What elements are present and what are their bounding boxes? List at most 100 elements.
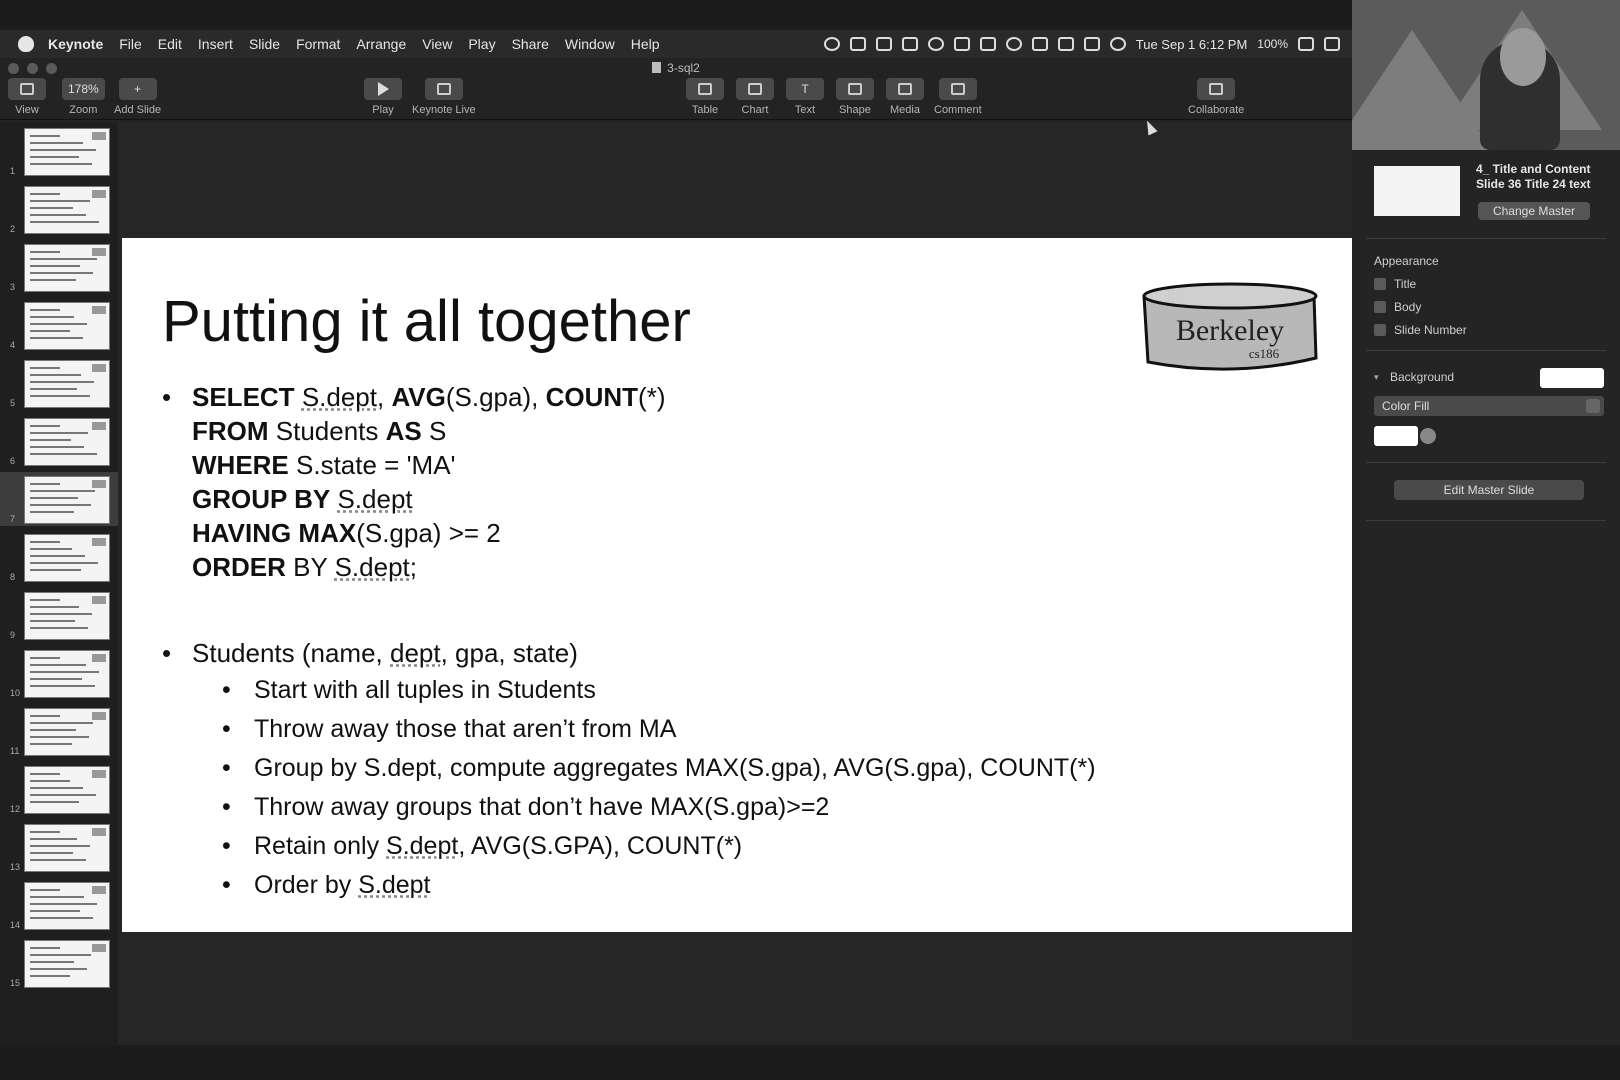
slide-preview[interactable] — [24, 882, 110, 930]
color-wheel-icon[interactable] — [1420, 428, 1436, 444]
app-store-icon[interactable] — [875, 37, 892, 51]
slide-thumbnail[interactable]: 4 — [0, 298, 118, 352]
keynote-live-button[interactable]: Keynote Live — [412, 78, 476, 116]
stats-icon[interactable] — [979, 37, 996, 51]
current-slide[interactable]: Putting it all together Berkeley cs186 •… — [122, 238, 1356, 932]
slide-thumbnail[interactable]: 13 — [0, 820, 118, 874]
slide-preview[interactable] — [24, 708, 110, 756]
slide-thumbnail[interactable]: 8 — [0, 530, 118, 584]
wifi-icon[interactable] — [1109, 37, 1126, 51]
slide-number-checkbox[interactable] — [1374, 324, 1386, 336]
comment-btn-face[interactable] — [938, 78, 977, 100]
add-slide-btn-face[interactable]: + — [118, 78, 157, 100]
slide-preview[interactable] — [24, 244, 110, 292]
menu-format[interactable]: Format — [296, 36, 340, 52]
table-btn-face[interactable] — [686, 78, 724, 100]
slide-thumbnail[interactable]: 14 — [0, 878, 118, 932]
collaborate-btn-face[interactable] — [1197, 78, 1236, 100]
chart-button[interactable]: Chart — [736, 78, 774, 116]
slide-preview[interactable] — [24, 360, 110, 408]
body-checkbox[interactable] — [1374, 301, 1386, 313]
slide-thumbnail[interactable]: 10 — [0, 646, 118, 700]
slide-preview[interactable] — [24, 476, 110, 524]
text-label: Text — [794, 104, 816, 116]
play-btn-face[interactable] — [364, 78, 402, 100]
slide-preview[interactable] — [24, 128, 110, 176]
battery-percent[interactable]: 100% — [1257, 37, 1288, 51]
edit-master-slide-button[interactable]: Edit Master Slide — [1394, 480, 1584, 500]
battery-icon[interactable] — [1298, 37, 1314, 51]
keynote-live-btn-face[interactable] — [424, 78, 463, 100]
chart-btn-face[interactable] — [736, 78, 774, 100]
shape-button[interactable]: Shape — [836, 78, 874, 116]
slide-preview[interactable] — [24, 824, 110, 872]
zoom-button[interactable]: 178% Zoom — [62, 78, 105, 116]
change-master-button[interactable]: Change Master — [1478, 202, 1590, 220]
airplay-icon[interactable] — [1031, 37, 1048, 51]
slide-thumbnail[interactable]: 9 — [0, 588, 118, 642]
slide-preview[interactable] — [24, 186, 110, 234]
slide-thumbnail[interactable]: 6 — [0, 414, 118, 468]
menu-file[interactable]: File — [119, 36, 142, 52]
slide-preview[interactable] — [24, 650, 110, 698]
menu-view[interactable]: View — [422, 36, 452, 52]
comment-button[interactable]: Comment — [934, 78, 982, 116]
menu-help[interactable]: Help — [631, 36, 660, 52]
play-button[interactable]: Play — [364, 78, 402, 116]
media-btn-face[interactable] — [886, 78, 924, 100]
menu-share[interactable]: Share — [512, 36, 549, 52]
slide-thumbnail[interactable]: 12 — [0, 762, 118, 816]
slide-preview[interactable] — [24, 766, 110, 814]
slide-thumbnail[interactable]: 5 — [0, 356, 118, 410]
collaborate-button[interactable]: Collaborate — [1188, 78, 1244, 116]
globe-icon[interactable] — [927, 37, 944, 51]
slide-thumbnail[interactable]: 7 — [0, 472, 118, 526]
slide-preview[interactable] — [24, 302, 110, 350]
background-color-swatch[interactable] — [1540, 368, 1604, 388]
beats-icon[interactable] — [1083, 37, 1100, 51]
step-item: • Group by S.dept, compute aggregates MAX… — [162, 749, 1096, 788]
cloud-upload-icon[interactable] — [953, 37, 970, 51]
slide-preview[interactable] — [24, 592, 110, 640]
slide-title[interactable]: Putting it all together — [162, 288, 691, 355]
slide-preview[interactable] — [24, 418, 110, 466]
view-btn-face[interactable] — [8, 78, 46, 100]
table-button[interactable]: Table — [686, 78, 724, 116]
text-btn-face[interactable]: T — [786, 78, 824, 100]
menu-edit[interactable]: Edit — [158, 36, 182, 52]
sync-icon[interactable] — [823, 37, 840, 51]
menu-arrange[interactable]: Arrange — [356, 36, 406, 52]
text-button[interactable]: T Text — [786, 78, 824, 116]
color-fill-select[interactable]: Color Fill — [1374, 396, 1604, 416]
media-button[interactable]: Media — [886, 78, 924, 116]
explanation-block[interactable]: • Students (name, dept, gpa, state) • Sta… — [162, 635, 1096, 905]
slide-preview[interactable] — [24, 534, 110, 582]
menu-app-name[interactable]: Keynote — [48, 36, 103, 52]
chevron-down-icon[interactable]: ▾ — [1374, 372, 1379, 383]
menu-window[interactable]: Window — [565, 36, 615, 52]
zoom-value[interactable]: 178% — [62, 78, 105, 100]
add-slide-button[interactable]: + Add Slide — [114, 78, 161, 116]
slide-thumbnail[interactable]: 11 — [0, 704, 118, 758]
shape-btn-face[interactable] — [836, 78, 874, 100]
slide-thumbnail[interactable]: 2 — [0, 182, 118, 236]
bluetooth-icon[interactable] — [1005, 37, 1022, 51]
sql-query-block[interactable]: • SELECT S.dept, AVG(S.gpa), COUNT(*) FR… — [162, 380, 665, 584]
menu-insert[interactable]: Insert — [198, 36, 233, 52]
master-thumbnail[interactable] — [1374, 166, 1460, 216]
slide-preview[interactable] — [24, 940, 110, 988]
menu-play[interactable]: Play — [468, 36, 495, 52]
menu-slide[interactable]: Slide — [249, 36, 280, 52]
slide-thumbnail[interactable]: 15 — [0, 936, 118, 990]
cloud-icon[interactable] — [849, 37, 866, 51]
slide-thumbnail[interactable]: 3 — [0, 240, 118, 294]
title-checkbox[interactable] — [1374, 278, 1386, 290]
menu-list-icon[interactable] — [1324, 37, 1340, 51]
apple-logo-icon[interactable] — [18, 36, 34, 52]
clock[interactable]: Tue Sep 1 6:12 PM — [1136, 37, 1248, 52]
slide-thumbnail[interactable]: 1 — [0, 124, 118, 178]
volume-icon[interactable] — [1057, 37, 1074, 51]
fill-color-well[interactable] — [1374, 426, 1418, 446]
dropbox-icon[interactable] — [901, 37, 918, 51]
view-button[interactable]: View — [8, 78, 46, 116]
